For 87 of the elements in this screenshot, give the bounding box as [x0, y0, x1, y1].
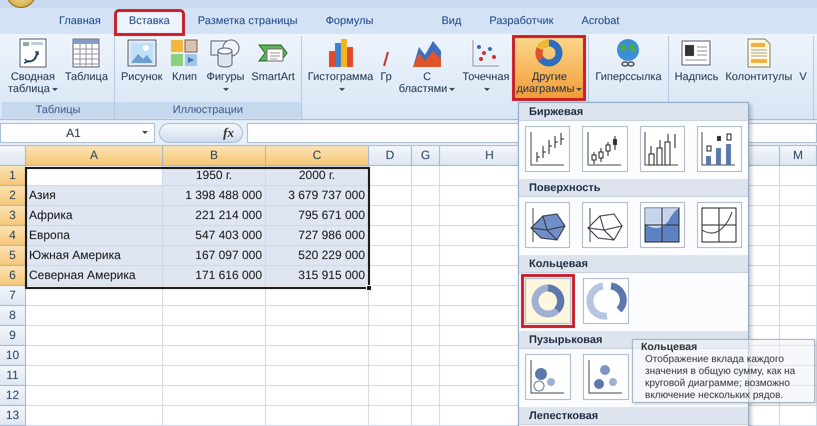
ribbon-button[interactable]: Колонтитулы — [722, 36, 796, 100]
row-header[interactable]: 5 — [0, 246, 26, 266]
table-cell: Европа — [26, 226, 162, 245]
row-header[interactable]: 4 — [0, 226, 26, 246]
table-cell: Северная Америка — [26, 266, 162, 285]
ribbon-tab[interactable]: Acrobat — [568, 10, 632, 34]
table-cell: Азия — [26, 186, 162, 205]
ribbon-tab[interactable]: Разработчик — [476, 10, 566, 34]
table-cell: 1 398 488 000 — [163, 186, 265, 205]
shapes-icon — [210, 38, 240, 68]
table-cell: 520 229 000 — [266, 246, 368, 265]
ribbon-button[interactable]: SmartArt — [248, 36, 298, 100]
ribbon-button[interactable]: Фигуры — [203, 36, 248, 100]
ribbon-button[interactable]: Гр — [377, 36, 395, 100]
menu-section-heading: Поверхность — [519, 179, 748, 197]
ribbon-tab[interactable]: Вид — [428, 10, 474, 34]
ribbon-tab[interactable]: Разметка страницы — [184, 10, 311, 34]
column-header[interactable]: D — [369, 146, 412, 166]
fill-handle[interactable] — [366, 285, 372, 291]
clip-art-icon — [169, 38, 200, 68]
ribbon-tab[interactable]: Формулы — [312, 10, 386, 34]
ribbon-button[interactable]: Другие диаграммы — [513, 36, 586, 100]
row-header[interactable]: 6 — [0, 266, 26, 286]
donut-chart-icon — [534, 38, 564, 68]
ribbon-button[interactable]: Точечная — [459, 36, 512, 100]
chart-type-option[interactable] — [583, 354, 629, 400]
table-cell: 547 403 000 — [163, 226, 265, 245]
ribbon-tab[interactable]: Вставка — [116, 10, 183, 34]
pivot-table-icon — [18, 38, 48, 68]
group-label: Иллюстрации — [114, 102, 301, 118]
ribbon-button[interactable]: Гиперссылка — [592, 36, 665, 100]
table-cell: 221 214 000 — [163, 206, 265, 225]
chart-type-option[interactable] — [525, 126, 570, 172]
tooltip-text: Отображение вклада каждого значения в общую сумму, как на круговой диаграмме; возможно включение нескольких рядов. — [645, 354, 796, 402]
row-header[interactable]: 8 — [0, 306, 26, 326]
column-header[interactable]: A — [26, 146, 163, 166]
chart-type-option[interactable] — [582, 126, 628, 172]
row-header[interactable]: 2 — [0, 186, 26, 206]
picture-icon — [126, 38, 157, 68]
function-button[interactable]: fx — [159, 122, 243, 142]
table-cell: Южная Америка — [26, 246, 162, 265]
caret-icon — [142, 131, 148, 134]
tooltip-title: Кольцевая — [641, 341, 698, 354]
table-cell: 727 986 000 — [266, 226, 368, 245]
chart-type-option[interactable] — [525, 354, 571, 400]
row-header[interactable]: 11 — [0, 366, 26, 386]
ribbon-button[interactable]: Гистограмма — [304, 36, 376, 100]
row-header[interactable]: 1 — [0, 166, 26, 186]
row-header[interactable]: 3 — [0, 206, 26, 226]
group-label: Таблицы — [2, 102, 114, 118]
chart-type-option[interactable] — [696, 202, 742, 248]
row-header[interactable]: 9 — [0, 326, 26, 346]
chart-type-option[interactable] — [525, 202, 570, 248]
column-header[interactable]: B — [163, 146, 266, 166]
scatter-chart-icon — [470, 38, 501, 68]
menu-section-heading: Биржевая — [519, 103, 748, 121]
menu-section-heading: Кольцевая — [519, 255, 748, 273]
chart-type-option[interactable] — [582, 202, 628, 248]
ribbon-button[interactable]: С бластями — [396, 36, 458, 100]
row-header[interactable]: 12 — [0, 386, 26, 406]
ribbon-button[interactable]: V — [796, 36, 810, 100]
chart-type-option[interactable] — [696, 126, 742, 172]
chart-type-option[interactable] — [640, 202, 685, 248]
table-cell: 3 679 737 000 — [266, 186, 368, 205]
ribbon-button[interactable]: Сводная таблица — [5, 36, 61, 100]
column-header[interactable]: M — [780, 146, 817, 166]
row-header[interactable]: 7 — [0, 286, 26, 306]
table-cell: 171 616 000 — [163, 266, 265, 285]
table-cell: Африка — [26, 206, 162, 225]
column-header[interactable]: G — [412, 146, 440, 166]
row-header[interactable]: 13 — [0, 406, 26, 426]
ribbon-button[interactable]: Таблица — [62, 36, 111, 100]
row-header[interactable]: 10 — [0, 346, 26, 366]
name-box[interactable]: A1 — [0, 122, 155, 142]
table-cell: 315 915 000 — [266, 266, 368, 285]
text-box-icon — [681, 38, 712, 68]
table-cell: 795 671 000 — [266, 206, 368, 225]
column-header[interactable]: C — [266, 146, 369, 166]
table-icon — [71, 38, 102, 68]
table-cell: 167 097 000 — [163, 246, 265, 265]
ribbon-button[interactable]: Надпись — [672, 36, 722, 100]
ribbon-button[interactable]: Рисунок — [118, 36, 166, 100]
ribbon-tab[interactable]: Главная — [46, 10, 114, 34]
ribbon-button[interactable]: Клип — [166, 36, 202, 100]
donut-chart-icon — [585, 280, 627, 322]
chart-type-option[interactable] — [640, 126, 685, 172]
menu-section-heading: Лепестковая — [519, 407, 748, 425]
